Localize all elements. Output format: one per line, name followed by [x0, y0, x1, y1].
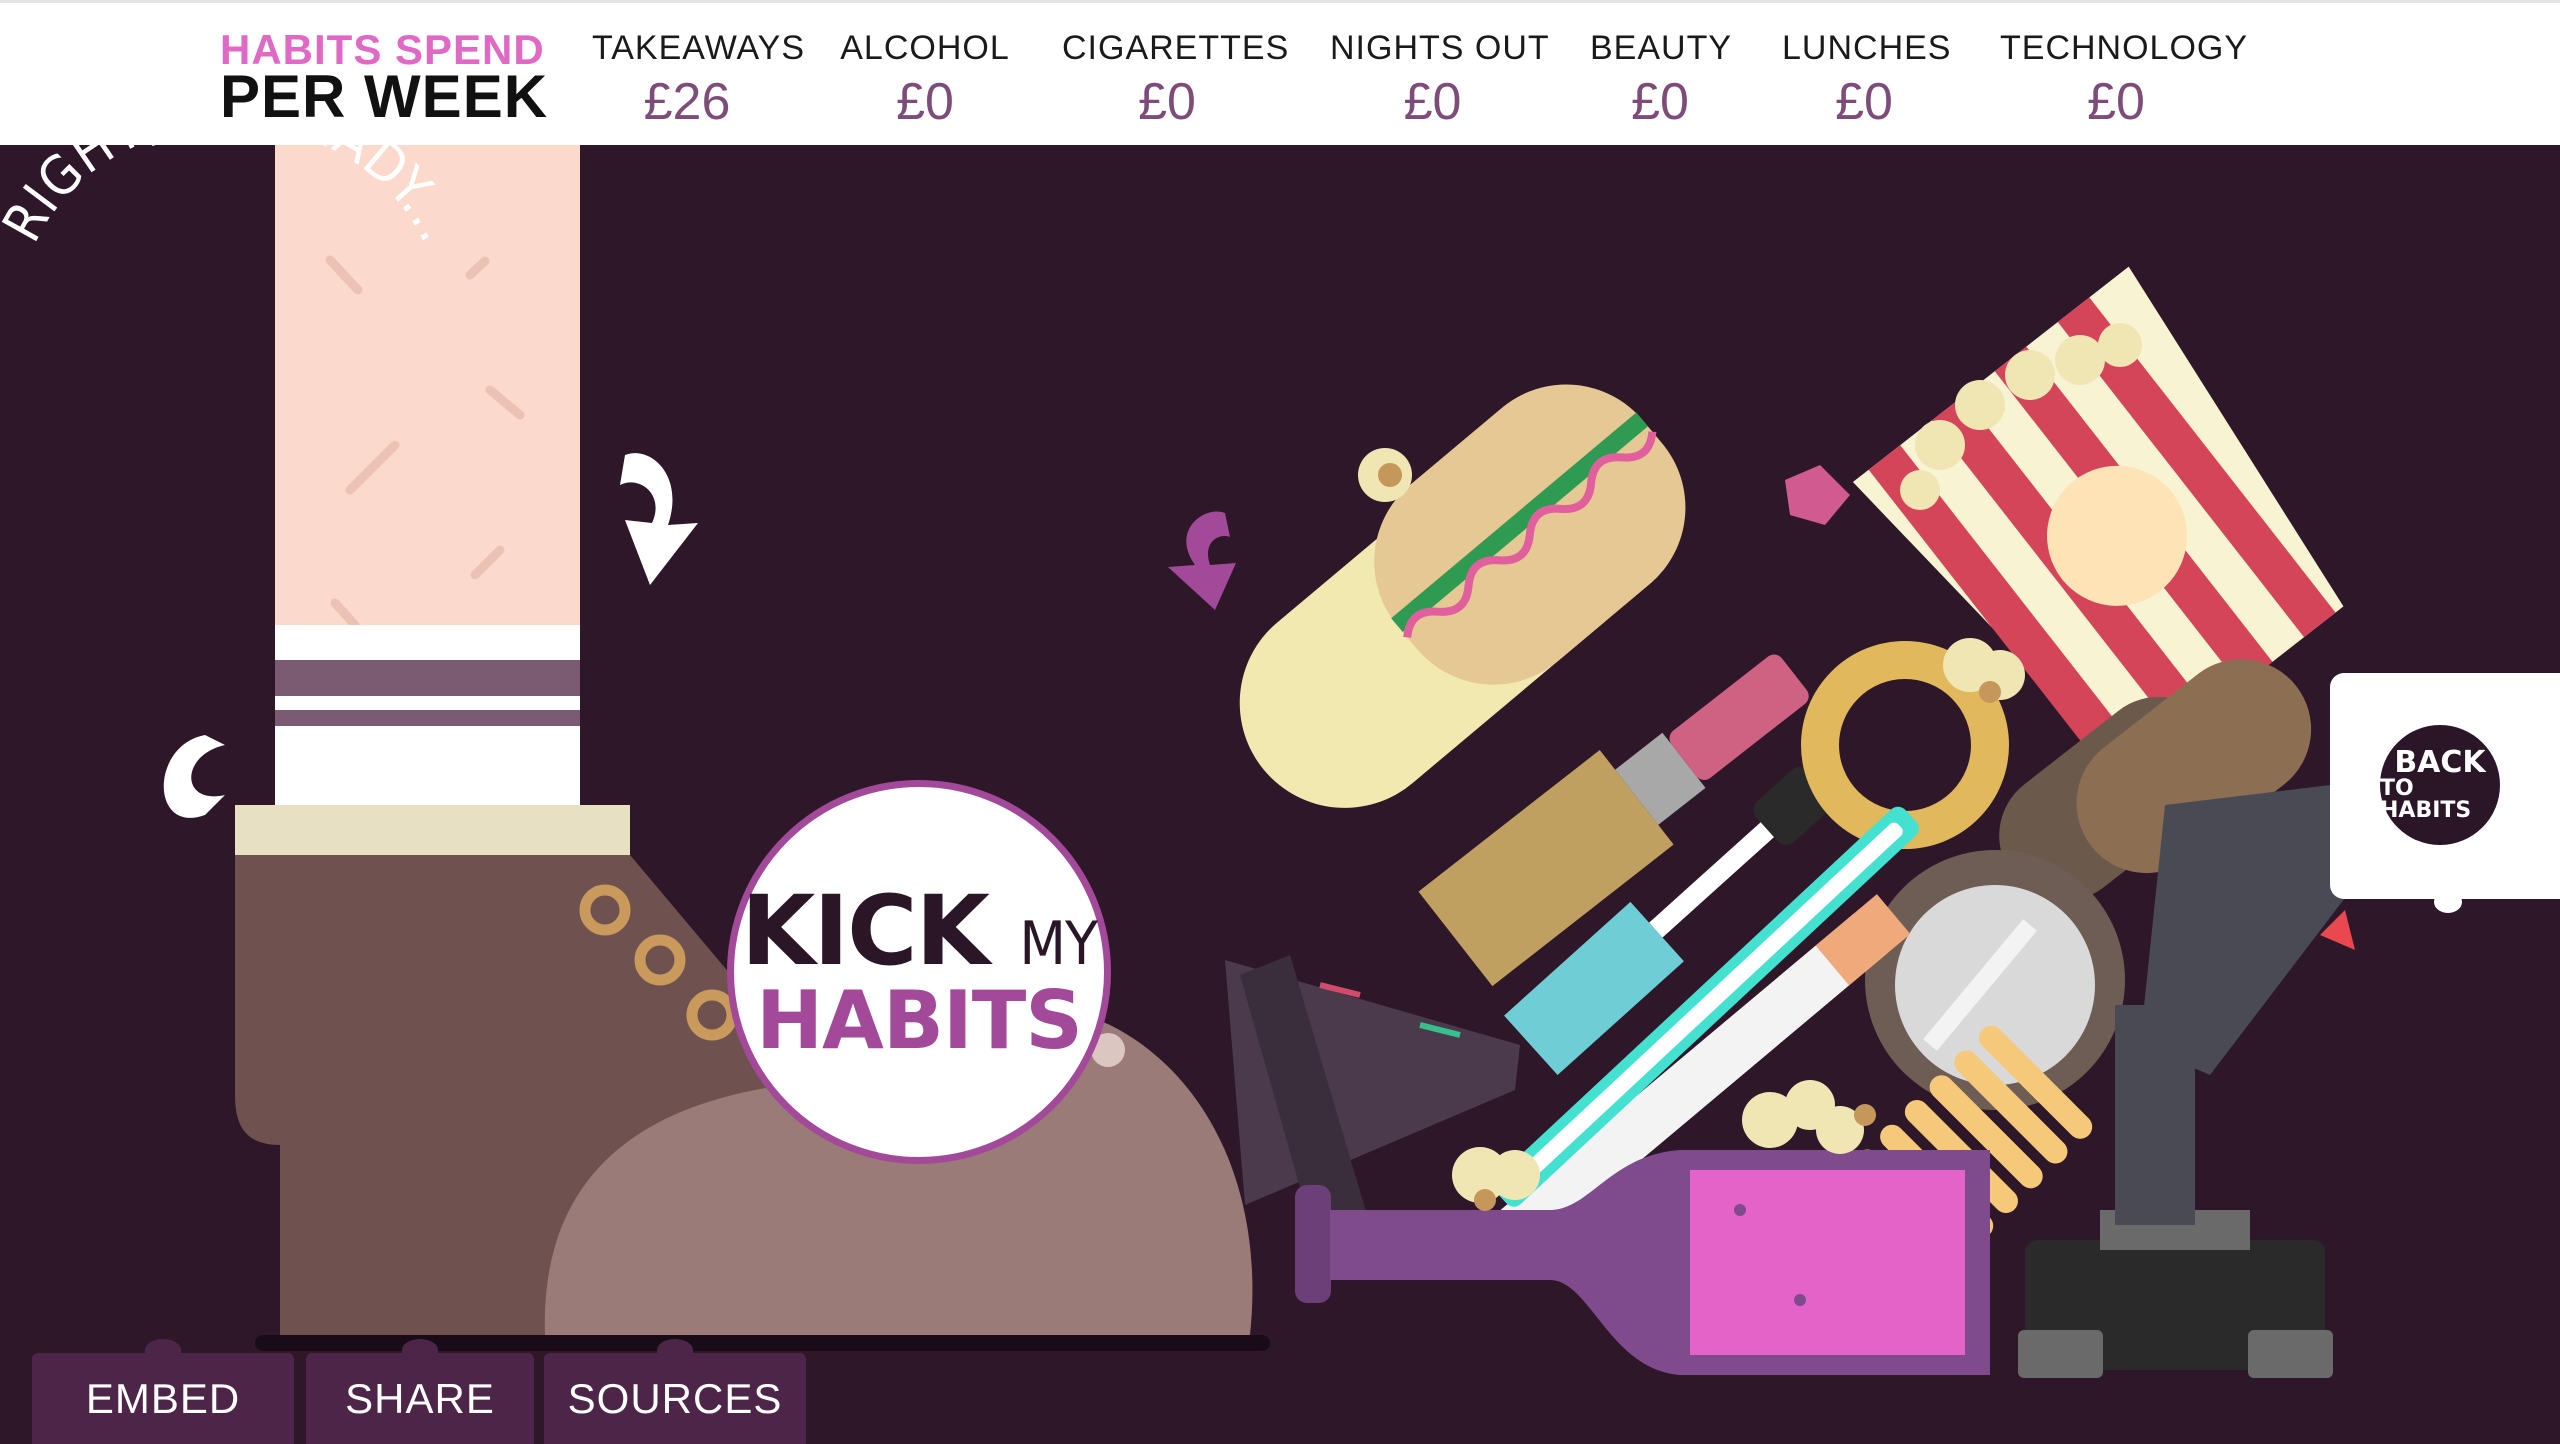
category-value: £0	[2087, 73, 2145, 131]
category-name: TAKEAWAYS	[592, 29, 806, 67]
kick-button-line-1: KICK MY	[741, 883, 1098, 979]
back-to-habits-badge: BACK TO HABITS	[2380, 725, 2500, 845]
category-value: £0	[1835, 73, 1893, 131]
tab-knob	[2434, 891, 2462, 913]
share-label: SHARE	[345, 1374, 495, 1422]
category-name: TECHNOLOGY	[2000, 29, 2249, 67]
category-technology: TECHNOLOGY £0	[2000, 29, 2249, 132]
ready-text: RIGHT, I'M READY...	[0, 145, 460, 252]
top-bar: HABITS SPEND PER WEEK TAKEAWAYS £26 ALCO…	[0, 0, 2560, 145]
embed-label: EMBED	[85, 1374, 241, 1422]
category-name: BEAUTY	[1590, 29, 1733, 67]
svg-text:RIGHT, I'M READY...: RIGHT, I'M READY...	[0, 145, 460, 252]
category-value: £0	[1138, 73, 1196, 131]
category-lunches: LUNCHES £0	[1782, 29, 1952, 132]
hero-scene: RIGHT, I'M READY... KICK MY HABITS BACK …	[0, 145, 2560, 1444]
ready-headline: RIGHT, I'M READY...	[0, 145, 460, 252]
tab-nub	[402, 1339, 438, 1361]
kick-my-habits-button[interactable]: KICK MY HABITS	[727, 780, 1111, 1164]
brand-title: HABITS SPEND PER WEEK	[220, 29, 548, 127]
category-nights-out: NIGHTS OUT £0	[1330, 29, 1550, 132]
category-cigarettes: CIGARETTES £0	[1062, 29, 1290, 132]
category-name: ALCOHOL	[840, 29, 1010, 67]
category-name: LUNCHES	[1782, 29, 1952, 67]
category-takeaways: TAKEAWAYS £26	[592, 29, 806, 132]
brand-line-2: PER WEEK	[220, 63, 549, 130]
my-word: MY	[1019, 909, 1098, 979]
category-name: NIGHTS OUT	[1330, 29, 1550, 67]
tab-nub	[657, 1339, 693, 1361]
category-value: £0	[1631, 73, 1689, 131]
back-to-habits-tab[interactable]: BACK TO HABITS	[2330, 673, 2560, 913]
category-value: £0	[1403, 73, 1462, 131]
kick-word: KICK	[741, 875, 990, 987]
share-tab[interactable]: SHARE	[306, 1339, 534, 1444]
habits-word: HABITS	[756, 974, 1083, 1067]
to-habits-label: TO HABITS	[2380, 776, 2472, 823]
sources-tab[interactable]: SOURCES	[544, 1339, 806, 1444]
category-value: £26	[643, 73, 731, 131]
category-alcohol: ALCOHOL £0	[840, 29, 1010, 132]
back-label: BACK	[2394, 745, 2486, 780]
category-name: CIGARETTES	[1062, 29, 1290, 67]
category-beauty: BEAUTY £0	[1590, 29, 1733, 132]
embed-tab[interactable]: EMBED	[32, 1339, 294, 1444]
tab-nub	[145, 1339, 181, 1361]
category-value: £0	[896, 73, 954, 131]
sources-label: SOURCES	[567, 1374, 783, 1422]
